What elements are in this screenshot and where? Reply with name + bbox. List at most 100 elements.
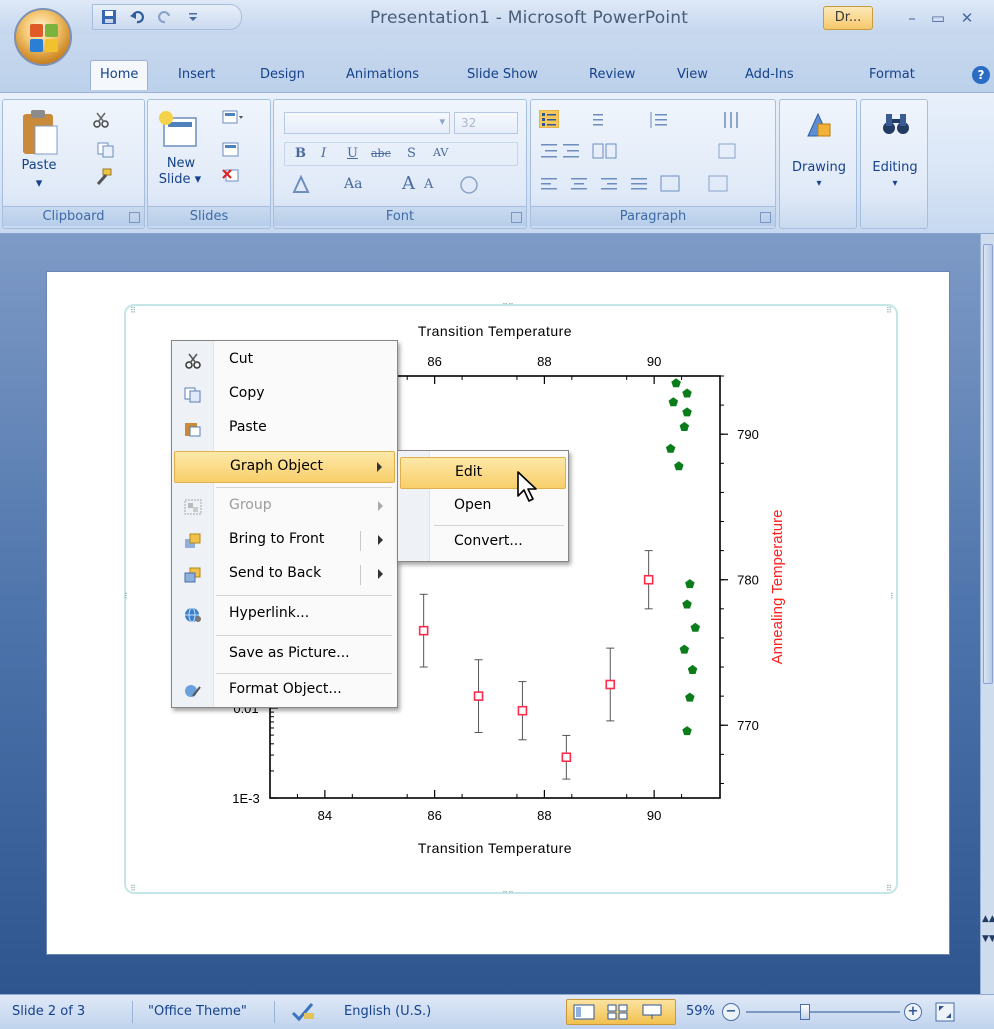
y-right-tick-label: 780 [737, 573, 759, 588]
change-case-button[interactable]: Aa [344, 176, 362, 192]
strikethrough-button[interactable]: abc [371, 147, 391, 160]
slide-sorter-view-icon[interactable] [607, 1004, 629, 1020]
menu-item-hyperlink[interactable]: Hyperlink... [174, 599, 395, 631]
submenu-arrow-icon[interactable] [378, 535, 383, 545]
menu-item-copy[interactable]: Copy [174, 379, 395, 411]
font-size-combo[interactable]: 32 [454, 112, 518, 134]
submenu-item-convert[interactable]: Convert... [400, 527, 566, 559]
font-launcher-icon[interactable] [511, 212, 522, 223]
delete-slide-icon[interactable] [222, 166, 240, 184]
data-point-pentagon [665, 443, 676, 453]
tab-format[interactable]: Format [869, 62, 915, 88]
menu-item-format-object[interactable]: Format Object... [174, 675, 395, 707]
menu-item-cut[interactable]: Cut [174, 345, 395, 377]
grow-font-button[interactable]: A [402, 173, 415, 194]
shrink-font-button[interactable]: A [424, 177, 433, 192]
close-button[interactable]: ✕ [955, 8, 979, 28]
theme-name[interactable]: "Office Theme" [148, 1004, 247, 1019]
data-point-pentagon [682, 388, 692, 398]
normal-view-icon[interactable] [573, 1004, 595, 1020]
tab-animations[interactable]: Animations [346, 62, 419, 88]
copy-icon[interactable] [97, 142, 115, 158]
clipboard-launcher-icon[interactable] [129, 212, 140, 223]
menu-item-send-to-back[interactable]: Send to Back [174, 559, 395, 591]
maximize-button[interactable]: ▭ [926, 8, 950, 28]
numbering-icon[interactable] [585, 110, 605, 128]
bullets-icon[interactable] [539, 110, 559, 128]
reset-slide-icon[interactable] [222, 140, 242, 158]
zoom-level[interactable]: 59% [686, 1004, 715, 1019]
editing-group[interactable]: Editing ▾ [860, 99, 928, 229]
submenu-arrow-icon[interactable] [378, 569, 383, 579]
tab-view[interactable]: View [677, 62, 708, 88]
data-point-pentagon [685, 692, 695, 702]
new-slide-icon[interactable] [158, 110, 200, 150]
tab-slide-show[interactable]: Slide Show [467, 62, 538, 88]
tab-insert[interactable]: Insert [178, 62, 215, 88]
drawing-group[interactable]: Drawing ▾ [779, 99, 857, 229]
scroll-thumb[interactable] [983, 244, 993, 684]
tab-add-ins[interactable]: Add-Ins [745, 62, 794, 88]
submenu-arrow-icon [377, 462, 382, 472]
italic-button[interactable]: I [321, 146, 326, 161]
undo-icon[interactable] [129, 9, 145, 25]
data-point-square [473, 691, 484, 701]
paragraph-launcher-icon[interactable] [760, 212, 771, 223]
scissors-icon [185, 353, 201, 369]
cut-icon[interactable] [93, 112, 109, 128]
layout-icon[interactable] [222, 110, 244, 126]
menu-item-bring-to-front[interactable]: Bring to Front [174, 525, 395, 557]
tab-review[interactable]: Review [589, 62, 635, 88]
data-point-pentagon [687, 664, 698, 674]
text-direction-icon[interactable] [721, 110, 743, 130]
new-slide-label-2[interactable]: Slide ▾ [152, 172, 208, 187]
slide-counter: Slide 2 of 3 [12, 1004, 86, 1019]
redo-icon[interactable] [157, 9, 173, 25]
vertical-scrollbar[interactable]: ▲▲ ▼▼ [980, 234, 994, 994]
office-button[interactable] [14, 8, 72, 66]
menu-item-label: Save as Picture... [229, 645, 350, 661]
contextual-tab-drawing-tools[interactable]: Dr... [823, 6, 873, 30]
zoom-in-button[interactable]: + [904, 1003, 922, 1021]
fit-to-window-icon[interactable] [934, 1001, 956, 1023]
alignment-buttons[interactable] [539, 174, 739, 194]
tab-home[interactable]: Home [90, 60, 149, 90]
menu-item-paste[interactable]: Paste [174, 413, 395, 445]
tab-design[interactable]: Design [260, 62, 305, 88]
y-right-tick-label: 790 [737, 427, 759, 442]
indent-icons[interactable] [539, 142, 583, 160]
x-top-tick-label: 90 [647, 354, 661, 369]
slide-show-view-icon[interactable] [641, 1004, 663, 1020]
ribbon-tabs: Home Insert Design Animations Slide Show… [0, 34, 994, 94]
bold-button[interactable]: B [295, 146, 306, 161]
data-point-square [418, 625, 429, 636]
menu-item-graph-object[interactable]: Graph Object [174, 451, 395, 483]
align-text-icon[interactable] [717, 142, 739, 162]
paste-icon[interactable] [21, 108, 59, 158]
language-indicator[interactable]: English (U.S.) [344, 1004, 431, 1019]
zoom-slider-thumb[interactable] [799, 1004, 810, 1020]
character-spacing-button[interactable]: AV [433, 146, 448, 159]
menu-item-save-as-picture[interactable]: Save as Picture... [174, 639, 395, 671]
zoom-out-button[interactable]: − [722, 1003, 740, 1021]
clear-formatting-icon[interactable] [290, 174, 312, 196]
new-slide-label-1[interactable]: New [158, 156, 204, 171]
spell-check-icon[interactable] [290, 1001, 316, 1023]
next-slide-icon[interactable]: ▼▼ [982, 934, 994, 952]
format-painter-icon[interactable] [95, 168, 113, 186]
save-icon[interactable] [101, 9, 117, 25]
underline-button[interactable]: U [347, 146, 358, 161]
font-name-combo[interactable]: ▾ [284, 112, 450, 134]
slides-group-label: Slides [148, 206, 270, 226]
help-icon[interactable]: ? [972, 66, 990, 84]
ribbon: Paste ▾ Clipboard New Slide ▾ Slides ▾ 3… [0, 92, 994, 234]
paste-label[interactable]: Paste [11, 158, 67, 173]
shadow-button[interactable]: S [407, 146, 416, 161]
zoom-slider-track[interactable] [746, 1011, 900, 1013]
previous-slide-icon[interactable]: ▲▲ [982, 914, 994, 932]
customize-qat-icon[interactable] [185, 9, 201, 25]
clear-all-formatting-icon[interactable] [458, 174, 480, 196]
line-spacing-icon[interactable] [647, 110, 671, 130]
minimize-button[interactable]: – [900, 8, 924, 28]
columns-icon[interactable] [591, 142, 619, 160]
